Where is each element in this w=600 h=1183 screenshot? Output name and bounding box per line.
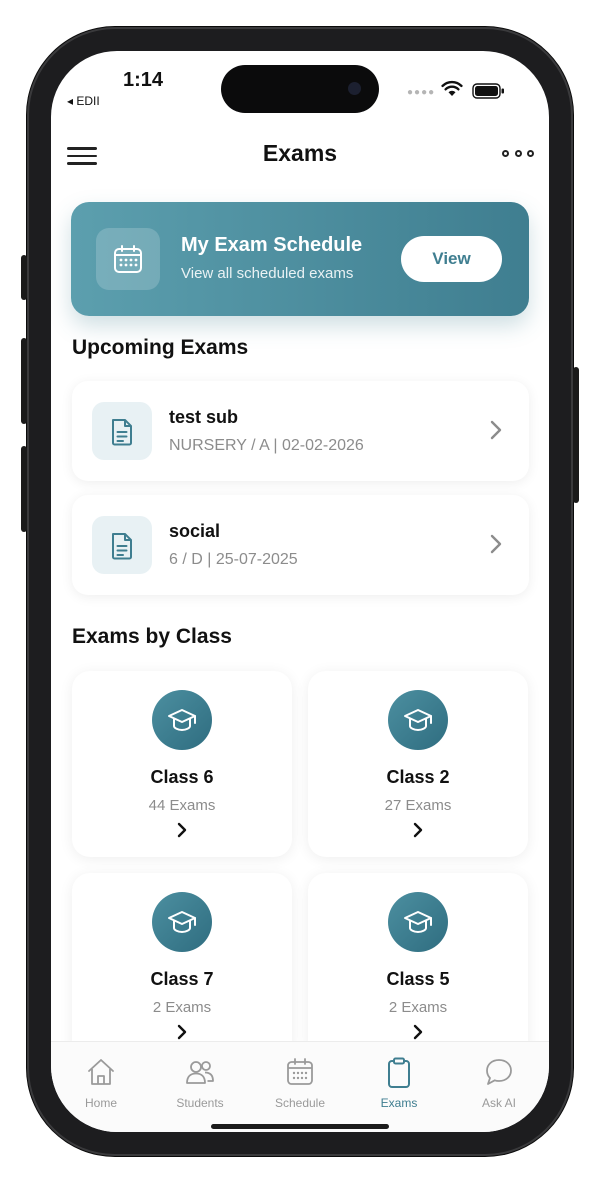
bottom-tab-bar: Home Students Schedule Exams Ask AI: [51, 1041, 549, 1132]
clipboard-icon: [388, 1057, 410, 1088]
graduation-cap-icon: [404, 911, 432, 934]
class-exam-count: 2 Exams: [388, 999, 448, 1016]
exams-by-class-heading: Exams by Class: [72, 625, 232, 648]
graduation-cap-icon: [168, 709, 196, 732]
back-to-app-link[interactable]: ◂ EDII: [67, 94, 100, 108]
chevron-right-icon: [177, 1024, 187, 1040]
view-schedule-button[interactable]: View: [401, 236, 502, 282]
chevron-right-icon: [413, 1024, 423, 1040]
exam-meta: 6 / D | 25-07-2025: [169, 551, 298, 568]
class-name: Class 2: [386, 767, 450, 787]
phone-volume-up-button: [21, 338, 27, 424]
phone-power-button: [573, 367, 579, 503]
more-options-icon[interactable]: [502, 150, 534, 158]
students-icon: [186, 1061, 214, 1084]
chevron-right-icon: [490, 420, 502, 440]
home-indicator[interactable]: [211, 1124, 389, 1129]
class-exam-count: 2 Exams: [152, 999, 212, 1016]
banner-icon-box: [96, 228, 160, 290]
upcoming-exam-card[interactable]: social 6 / D | 25-07-2025: [72, 495, 529, 595]
tab-label: Exams: [380, 1096, 418, 1110]
tab-label: Schedule: [274, 1096, 326, 1110]
tab-ask-ai[interactable]: Ask AI: [449, 1042, 549, 1112]
tab-home[interactable]: Home: [51, 1042, 151, 1112]
exam-meta: NURSERY / A | 02-02-2026: [169, 437, 364, 454]
chevron-right-icon: [490, 534, 502, 554]
status-time: 1:14: [123, 69, 164, 91]
document-icon: [112, 533, 132, 560]
app-screen: 1:14 ◂ EDII ●●●● Exams My Exam Schedule …: [51, 51, 549, 1132]
class-badge: [388, 892, 448, 952]
class-exam-count: 44 Exams: [148, 797, 216, 814]
banner-title: My Exam Schedule: [181, 234, 363, 256]
tab-label: Ask AI: [481, 1096, 516, 1110]
home-icon: [88, 1059, 114, 1085]
class-name: Class 7: [150, 969, 214, 989]
front-camera: [348, 82, 361, 95]
exam-name: social: [169, 521, 221, 541]
calendar-icon: [114, 245, 142, 273]
chat-bubble-icon: [486, 1059, 512, 1085]
exam-name: test sub: [169, 407, 239, 427]
exam-icon-box: [92, 516, 152, 574]
tab-label: Home: [84, 1096, 117, 1110]
page-title: Exams: [262, 140, 338, 166]
tab-schedule[interactable]: Schedule: [250, 1042, 350, 1112]
class-card[interactable]: Class 5 2 Exams: [308, 873, 528, 1059]
class-exam-count: 27 Exams: [384, 797, 452, 814]
upcoming-exams-heading: Upcoming Exams: [72, 336, 249, 359]
banner-subtitle: View all scheduled exams: [181, 265, 354, 282]
class-name: Class 6: [150, 767, 214, 787]
class-card[interactable]: Class 2 27 Exams: [308, 671, 528, 857]
upcoming-exam-card[interactable]: test sub NURSERY / A | 02-02-2026: [72, 381, 529, 481]
graduation-cap-icon: [404, 709, 432, 732]
tab-exams[interactable]: Exams: [349, 1042, 449, 1112]
tab-label: Students: [176, 1096, 224, 1110]
chevron-right-icon: [177, 822, 187, 838]
chevron-right-icon: [413, 822, 423, 838]
wifi-icon: [441, 80, 463, 96]
document-icon: [112, 419, 132, 446]
exam-icon-box: [92, 402, 152, 460]
phone-volume-down-button: [21, 446, 27, 532]
graduation-cap-icon: [168, 911, 196, 934]
signal-dots-icon: ●●●●: [407, 87, 436, 98]
calendar-icon: [287, 1058, 313, 1085]
phone-action-button: [21, 255, 27, 300]
class-card[interactable]: Class 6 44 Exams: [72, 671, 292, 857]
tab-students[interactable]: Students: [150, 1042, 250, 1112]
battery-icon: [472, 83, 504, 99]
class-badge: [152, 892, 212, 952]
class-card[interactable]: Class 7 2 Exams: [72, 873, 292, 1059]
class-name: Class 5: [386, 969, 450, 989]
exam-schedule-banner: My Exam Schedule View all scheduled exam…: [71, 202, 529, 316]
class-badge: [388, 690, 448, 750]
class-badge: [152, 690, 212, 750]
